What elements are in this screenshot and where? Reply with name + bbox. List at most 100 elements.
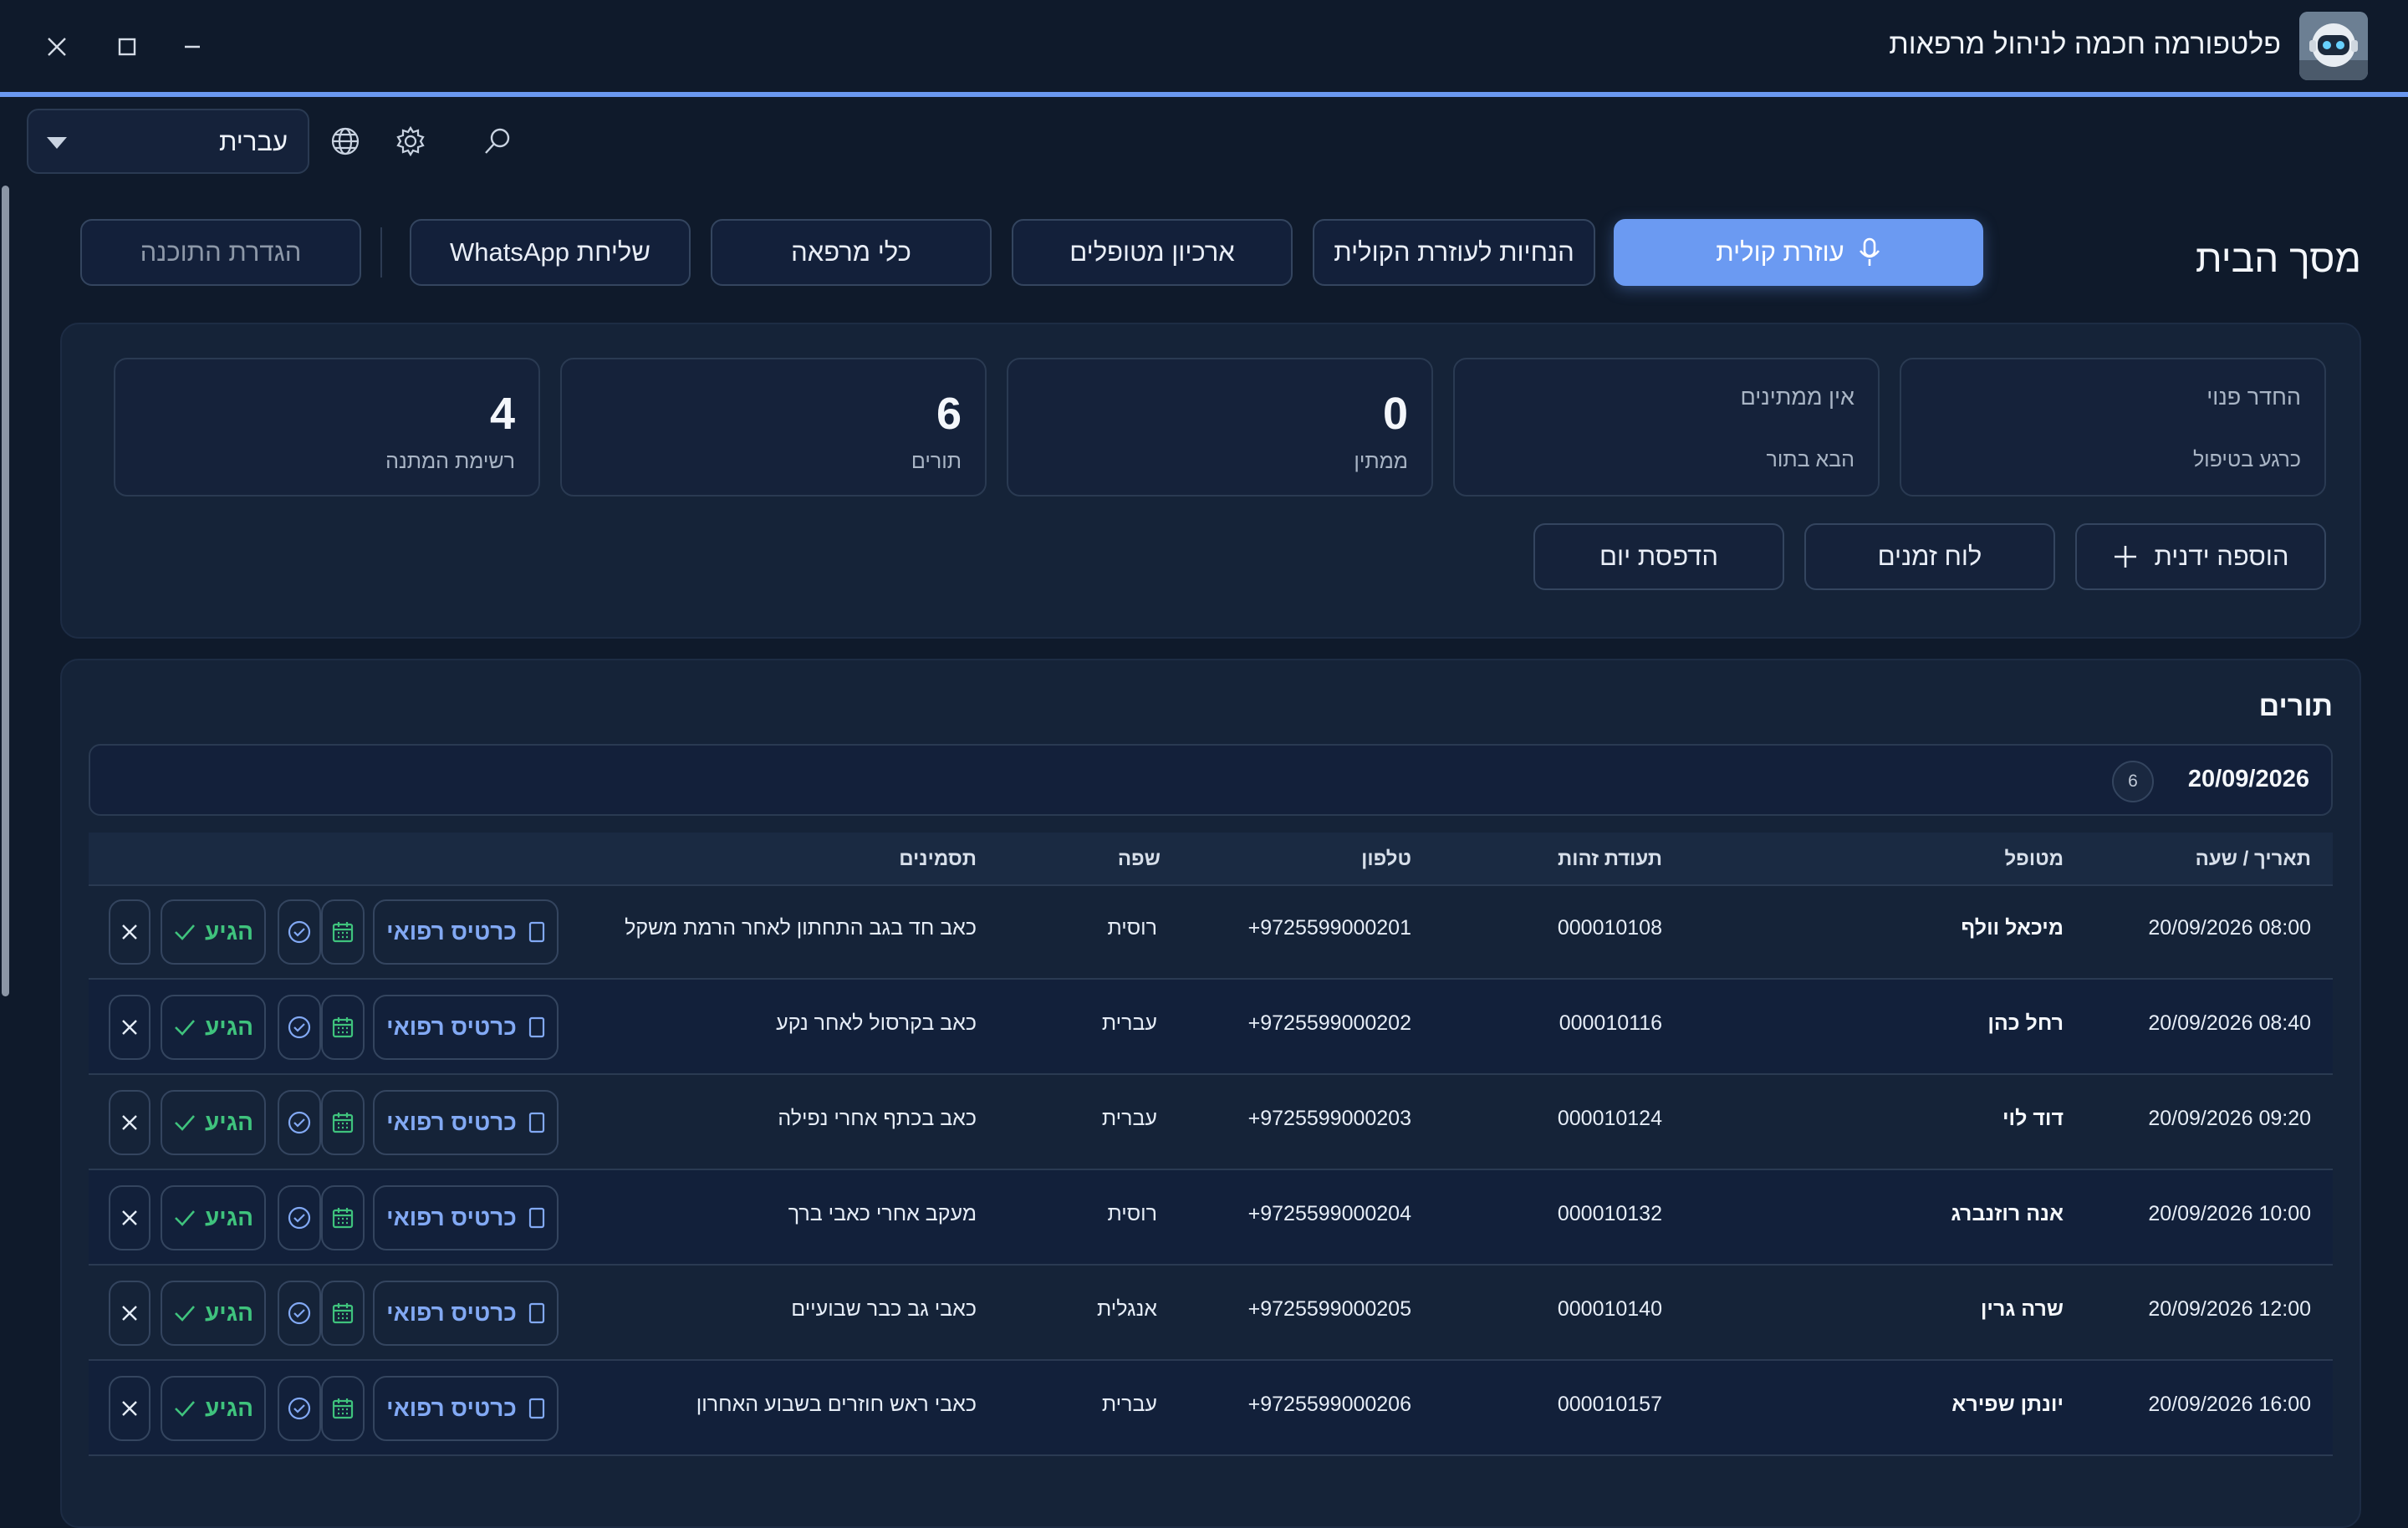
cancel-appointment-button[interactable] [109,899,150,965]
arrived-label: הגיע [204,1014,254,1040]
arrived-button[interactable]: הגיע [161,899,266,965]
send-whatsapp-button[interactable]: שליחת WhatsApp [410,219,691,286]
arrived-button[interactable]: הגיע [161,1185,266,1250]
confirm-button[interactable] [278,1090,321,1155]
voice-instructions-button[interactable]: הנחיות לעוזרת הקולית [1313,219,1595,286]
clinic-tools-button[interactable]: כלי מרפאה [711,219,992,286]
waitlist-label: רשימת המתנה [385,450,515,473]
row-patient[interactable]: יונתן שפירא [1951,1393,2064,1417]
calendar-icon [332,922,354,943]
document-icon [528,1112,544,1133]
reschedule-button[interactable] [321,1185,365,1250]
check-circle-icon [288,1301,311,1325]
date-group-header[interactable]: 20/09/2026 6 [89,744,2333,816]
row-symptoms: כאב בקרסול לאחר נקע [776,1011,977,1035]
row-patient[interactable]: אנה רוזנברג [1951,1202,2064,1226]
row-phone: +9725599000203 [1247,1107,1411,1130]
waiting-label: ממתין [1354,450,1408,473]
reschedule-button[interactable] [321,1090,365,1155]
language-select[interactable]: עברית [27,109,309,174]
medical-card-button[interactable]: כרטיס רפואי [373,1090,559,1155]
medical-card-label: כרטיס רפואי [386,1014,517,1040]
arrived-button[interactable]: הגיע [161,1090,266,1155]
voice-assistant-button[interactable]: עוזרת קולית [1614,219,1983,286]
row-symptoms: כאב חד בגב התחתון לאחר הרמת משקל [625,916,977,940]
row-symptoms: כאבי ראש חוזרים בשבוע האחרון [696,1393,977,1416]
confirm-button[interactable] [278,995,321,1060]
confirm-button[interactable] [278,1281,321,1346]
row-patient[interactable]: דוד לוי [2002,1107,2064,1131]
medical-card-button[interactable]: כרטיס רפואי [373,995,559,1060]
globe-icon[interactable] [326,122,365,160]
arrived-label: הגיע [204,1205,254,1230]
next-in-line-label: הבא בתור [1766,448,1854,471]
check-icon [175,1115,195,1131]
close-icon [122,924,137,940]
table-header: תאריך / שעה מטופל תעודת זהות טלפון שפה ת… [89,833,2333,886]
patient-archive-button[interactable]: ארכיון מטופלים [1012,219,1293,286]
medical-card-button[interactable]: כרטיס רפואי [373,1376,559,1441]
medical-card-button[interactable]: כרטיס רפואי [373,1281,559,1346]
reschedule-button[interactable] [321,899,365,965]
voice-assistant-label: עוזרת קולית [1716,237,1844,267]
reschedule-button[interactable] [321,1281,365,1346]
microphone-icon [1859,237,1880,266]
arrived-button[interactable]: הגיע [161,1281,266,1346]
row-language: עברית [1101,1393,1157,1416]
confirm-button[interactable] [278,1376,321,1441]
document-icon [528,1398,544,1419]
document-icon [528,1302,544,1324]
search-icon[interactable] [478,122,517,160]
close-icon[interactable] [32,22,82,72]
row-language: עברית [1101,1011,1157,1035]
calendar-icon [332,1208,354,1229]
minimize-icon[interactable] [167,22,217,72]
cancel-appointment-button[interactable] [109,1376,150,1441]
vertical-scrollbar[interactable] [0,186,13,1505]
room-status-text: החדר פנוי [2206,385,2301,410]
medical-card-label: כרטיס רפואי [386,1395,517,1421]
reschedule-button[interactable] [321,1376,365,1441]
check-icon [175,1306,195,1322]
check-icon [175,1020,195,1036]
row-datetime: 08:00 20/09/2026 [2148,916,2311,940]
appointments-title: תורים [2258,690,2333,722]
row-language: אנגלית [1096,1297,1157,1321]
gear-icon[interactable] [391,122,430,160]
medical-card-button[interactable]: כרטיס רפואי [373,1185,559,1250]
cancel-appointment-button[interactable] [109,995,150,1060]
cancel-appointment-button[interactable] [109,1090,150,1155]
title-bar: פלטפורמה חכמה לניהול מרפאות [0,0,2408,97]
confirm-button[interactable] [278,1185,321,1250]
program-settings-button[interactable]: הגדרת התוכנה [80,219,361,286]
plus-icon [2115,546,2137,568]
waiting-card: 0 ממתין [1007,358,1433,497]
cancel-appointment-button[interactable] [109,1281,150,1346]
arrived-label: הגיע [204,919,254,945]
row-datetime: 10:00 20/09/2026 [2148,1202,2311,1225]
column-language: שפה [1117,848,1161,870]
reschedule-button[interactable] [321,995,365,1060]
row-patient[interactable]: שרה גרין [1981,1297,2064,1322]
close-icon [122,1020,137,1035]
print-day-button[interactable]: הדפסת יום [1533,523,1784,590]
schedule-button[interactable]: לוח זמנים [1804,523,2055,590]
cancel-appointment-button[interactable] [109,1185,150,1250]
row-phone: +9725599000205 [1247,1297,1411,1321]
arrived-button[interactable]: הגיע [161,1376,266,1441]
patient-archive-label: ארכיון מטופלים [1069,237,1235,267]
row-language: רוסית [1107,1202,1157,1225]
row-patient[interactable]: רחל כהן [1987,1011,2064,1036]
arrived-button[interactable]: הגיע [161,995,266,1060]
scrollbar-thumb[interactable] [2,186,9,996]
table-row: 09:20 20/09/2026 דוד לוי 000010124 +9725… [89,1075,2333,1170]
column-datetime: תאריך / שעה [2195,848,2311,870]
maximize-icon[interactable] [102,22,152,72]
arrived-label: הגיע [204,1300,254,1326]
row-patient[interactable]: מיכאל וולף [1961,916,2064,940]
manual-add-button[interactable]: הוספה ידנית [2075,523,2326,590]
medical-card-label: כרטיס רפואי [386,1109,517,1135]
confirm-button[interactable] [278,899,321,965]
table-row: 16:00 20/09/2026 יונתן שפירא 000010157 +… [89,1361,2333,1456]
medical-card-button[interactable]: כרטיס רפואי [373,899,559,965]
